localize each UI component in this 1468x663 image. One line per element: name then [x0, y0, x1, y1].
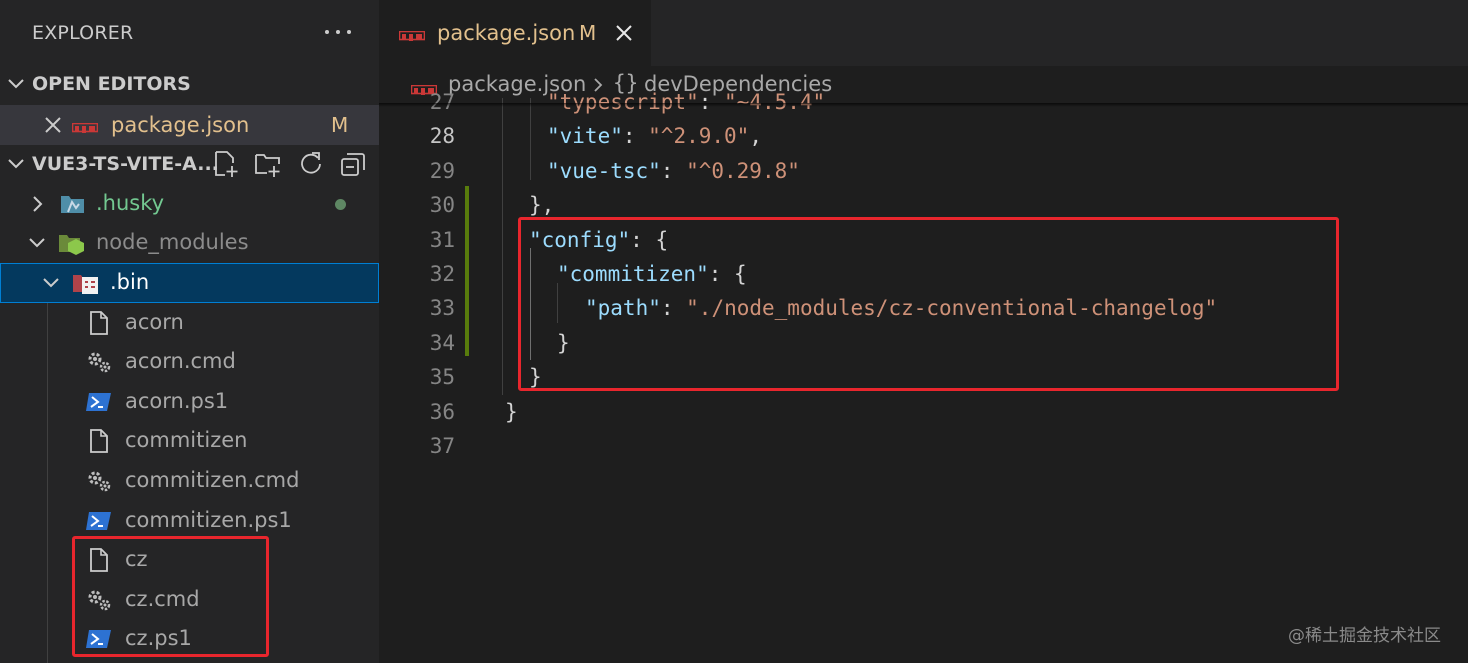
tree-folder-node-modules[interactable]: node_modules — [0, 223, 379, 263]
explorer-sidebar: EXPLORER OPEN EDITORS package.json M VUE… — [0, 0, 379, 663]
tree-label: commitizen — [125, 428, 248, 452]
chevron-down-icon — [28, 234, 46, 252]
watermark: @稀土掘金技术社区 — [1288, 626, 1441, 646]
powershell-icon — [86, 390, 112, 414]
new-file-icon[interactable] — [212, 150, 240, 178]
chevron-down-icon — [42, 274, 60, 292]
npm-icon — [398, 27, 426, 46]
line-number: 30 — [429, 193, 455, 218]
highlight-box-cz-files — [72, 536, 269, 657]
line-number: 34 — [429, 330, 455, 355]
node-folder-icon — [58, 231, 84, 255]
highlight-box-config — [518, 217, 1339, 391]
tree-label: acorn — [125, 310, 184, 334]
code-line[interactable]: 29 "vue-tsc": "^0.29.8" — [379, 155, 1468, 189]
line-number: 31 — [429, 227, 455, 252]
code-token: "vite" — [547, 124, 623, 149]
explorer-header: EXPLORER — [0, 0, 379, 66]
code-text: "vue-tsc": "^0.29.8" — [547, 159, 800, 183]
line-number: 33 — [429, 296, 455, 321]
open-editors-title: OPEN EDITORS — [32, 73, 191, 95]
git-status-dot — [335, 199, 346, 210]
code-token: : — [698, 90, 725, 114]
editor-area: package.json M package.json {} devDepend… — [379, 0, 1468, 663]
refresh-icon[interactable] — [297, 150, 325, 178]
powershell-icon — [86, 509, 112, 533]
tree-label: .husky — [96, 191, 165, 215]
breadcrumb-shadow — [379, 103, 1468, 107]
code-text: "vite": "^2.9.0", — [547, 124, 762, 148]
code-token: "^0.29.8" — [686, 158, 800, 183]
code-line[interactable]: 37 — [379, 430, 1468, 464]
tree-file-acorn[interactable]: acorn — [0, 303, 379, 343]
code-text: } — [505, 400, 518, 424]
tab-package-json[interactable]: package.json M — [379, 0, 651, 66]
code-line[interactable]: 36} — [379, 396, 1468, 430]
code-token: "vue-tsc" — [547, 158, 661, 183]
close-icon[interactable] — [614, 23, 634, 43]
chevron-right-icon — [28, 195, 46, 213]
tree-label: commitizen.ps1 — [125, 508, 292, 532]
tree-file-commitizen-ps1[interactable]: commitizen.ps1 — [0, 501, 379, 541]
tree-folder-husky[interactable]: .husky — [0, 184, 379, 224]
more-actions-icon[interactable] — [325, 30, 351, 36]
gear-icon — [86, 350, 112, 374]
line-number: 32 — [429, 262, 455, 286]
file-icon — [86, 311, 112, 335]
code-token: }, — [529, 193, 555, 218]
close-icon[interactable] — [44, 116, 62, 134]
modified-badge: M — [579, 21, 597, 45]
collapse-all-icon[interactable] — [340, 150, 368, 178]
code-text: }, — [529, 193, 554, 217]
code-token: : — [622, 124, 649, 149]
line-number: 37 — [429, 434, 455, 458]
tree-file-acorn-cmd[interactable]: acorn.cmd — [0, 342, 379, 382]
husky-folder-icon — [60, 192, 86, 216]
tree-file-commitizen-cmd[interactable]: commitizen.cmd — [0, 461, 379, 501]
tree-label: acorn.ps1 — [125, 389, 229, 413]
tree-label: acorn.cmd — [125, 349, 236, 373]
tab-bar: package.json M — [379, 0, 1468, 66]
line-number: 28 — [429, 124, 455, 149]
line-number: 36 — [429, 399, 455, 424]
code-line[interactable]: 28 "vite": "^2.9.0", — [379, 120, 1468, 154]
code-token: , — [749, 124, 762, 149]
line-number: 27 — [429, 90, 455, 114]
gear-icon — [86, 469, 112, 493]
tree-file-acorn-ps1[interactable]: acorn.ps1 — [0, 382, 379, 422]
line-number: 29 — [429, 158, 455, 183]
line-number: 35 — [429, 365, 455, 390]
npm-icon — [71, 119, 99, 138]
code-token: "~4.5.4" — [724, 90, 826, 114]
tree-file-commitizen[interactable]: commitizen — [0, 421, 379, 461]
tree-label: node_modules — [96, 230, 249, 254]
open-editors-section-header[interactable]: OPEN EDITORS — [0, 66, 379, 102]
modified-badge: M — [331, 113, 349, 137]
file-icon — [86, 429, 112, 453]
open-editor-item[interactable]: package.json M — [0, 105, 379, 145]
code-text: "typescript": "~4.5.4" — [547, 90, 825, 114]
tree-folder-bin[interactable]: .bin — [0, 263, 379, 303]
code-token: } — [505, 399, 518, 424]
code-token: "typescript" — [547, 90, 699, 114]
bin-folder-icon — [72, 271, 98, 295]
tree-label: commitizen.cmd — [125, 468, 300, 492]
explorer-title: EXPLORER — [32, 22, 134, 44]
project-title: VUE3-TS-VITE-A... — [32, 153, 219, 175]
code-token: "^2.9.0" — [648, 124, 750, 149]
chevron-down-icon — [6, 74, 26, 94]
chevron-down-icon — [6, 154, 26, 174]
new-folder-icon[interactable] — [254, 150, 282, 178]
tab-label: package.json — [437, 21, 576, 45]
code-token: : — [660, 158, 687, 183]
tree-label: .bin — [110, 270, 150, 294]
open-editor-filename: package.json — [111, 113, 250, 137]
